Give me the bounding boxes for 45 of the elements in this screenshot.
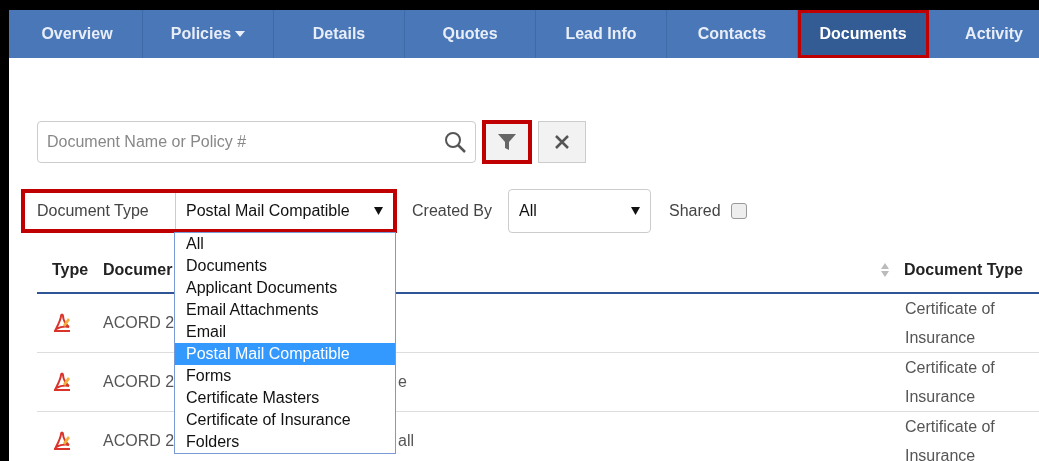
document-name: e [398,373,407,390]
created-by-select[interactable]: All [508,189,652,233]
document-type-cell-text: Certificate of Insurance [905,358,996,407]
sort-icon [880,263,890,277]
document-name: all [398,432,414,449]
nav-tab[interactable]: Overview [12,10,143,58]
dropdown-option[interactable]: Folders [175,431,395,453]
dropdown-option[interactable]: Applicant Documents [175,277,395,299]
dropdown-option[interactable]: Documents [175,255,395,277]
dropdown-option[interactable]: Email Attachments [175,299,395,321]
column-header: Document Type [904,260,1023,280]
pdf-icon [52,313,72,333]
caret-icon [374,207,383,215]
nav-tab[interactable]: Documents [798,10,929,58]
nav-tab[interactable]: Activity [929,10,1039,58]
caret-icon [631,207,641,215]
search-icon [443,130,467,154]
nav-tab[interactable]: Policies [143,10,274,58]
nav-tab[interactable]: Lead Info [536,10,667,58]
dropdown-option[interactable]: Certificate of Insurance [175,409,395,431]
search-field[interactable]: Document Name or Policy # [37,121,476,163]
nav-tab[interactable]: Details [274,10,405,58]
document-type-select[interactable]: Postal Mail Compatible [175,193,393,229]
pdf-icon [52,431,72,451]
pdf-icon [52,372,72,392]
shared-checkbox[interactable] [730,203,747,219]
filter-icon [497,132,517,152]
nav-tab[interactable]: Quotes [405,10,536,58]
column-header: Documer [103,260,173,280]
filter-label: Shared [669,201,721,221]
filter-label: Created By [412,201,493,221]
document-name: ACORD 2 [103,372,175,392]
document-name: ACORD 2 [103,313,175,333]
document-type-cell-text: Certificate of Insurance [905,417,996,461]
dropdown-option[interactable]: Email [175,321,395,343]
dropdown-option[interactable]: Forms [175,365,395,387]
filter-button[interactable] [482,120,532,164]
document-name: ACORD 2 [103,431,175,451]
filter-label: Document Type [36,201,150,221]
close-icon [554,134,570,150]
clear-button[interactable] [538,121,586,163]
column-header: Type [51,260,90,280]
document-type-cell-text: Certificate of Insurance [905,299,996,348]
dropdown-option[interactable]: Certificate Masters [175,387,395,409]
dropdown-option[interactable]: All [175,233,395,255]
